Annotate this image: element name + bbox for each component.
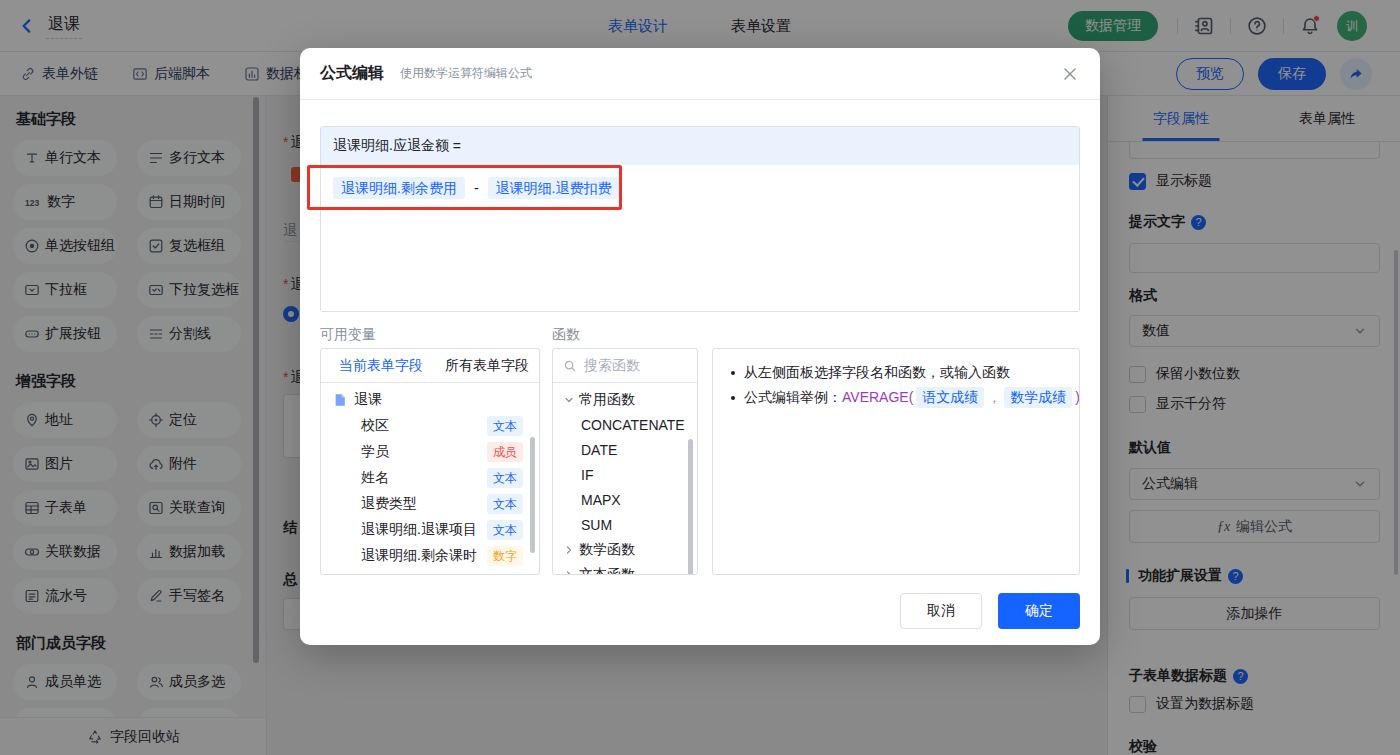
confirm-button[interactable]: 确定	[998, 593, 1080, 629]
formula-target: 退课明细.应退金额 =	[321, 127, 1079, 165]
search-placeholder: 搜索函数	[584, 357, 640, 375]
type-badge: 数字	[487, 546, 523, 566]
function-group-0[interactable]: 常用函数	[553, 387, 697, 412]
variable-item-3[interactable]: 退费类型文本	[321, 491, 539, 517]
variables-label: 可用变量	[320, 326, 376, 344]
function-group-2[interactable]: 文本函数	[553, 562, 697, 575]
functions-label: 函数	[552, 326, 580, 344]
tip-item: 公式编辑举例：AVERAGE(语文成绩，数学成绩)	[727, 387, 1065, 408]
close-icon	[1062, 66, 1078, 82]
modal-header: 公式编辑 使用数学运算符编辑公式	[300, 48, 1100, 100]
bullet-icon	[731, 371, 735, 375]
variable-item-4[interactable]: 退课明细.退课项目文本	[321, 517, 539, 543]
tips-panel: 从左侧面板选择字段名和函数，或输入函数 公式编辑举例：AVERAGE(语文成绩，…	[712, 348, 1080, 575]
chevron-down-icon	[563, 394, 575, 406]
functions-panel: 搜索函数 常用函数CONCATENATEDATEIFMAPXSUM数学函数文本函…	[552, 348, 698, 575]
formula-body[interactable]: 退课明细.剩余费用 - 退课明细.退费扣费	[321, 165, 1079, 312]
function-item-CONCATENATE[interactable]: CONCATENATE	[553, 412, 697, 437]
tip-item: 从左侧面板选择字段名和函数，或输入函数	[727, 362, 1065, 383]
tab-current-form-fields[interactable]: 当前表单字段	[339, 357, 423, 375]
function-item-MAPX[interactable]: MAPX	[553, 487, 697, 512]
formula-editor[interactable]: 退课明细.应退金额 = 退课明细.剩余费用 - 退课明细.退费扣费	[320, 126, 1080, 312]
function-item-SUM[interactable]: SUM	[553, 512, 697, 537]
function-item-DATE[interactable]: DATE	[553, 437, 697, 462]
type-badge: 文本	[487, 468, 523, 488]
variable-item-5[interactable]: 退课明细.剩余课时数字	[321, 543, 539, 569]
modal-title: 公式编辑	[320, 63, 384, 84]
search-icon	[563, 359, 577, 373]
tab-all-form-fields[interactable]: 所有表单字段	[445, 357, 529, 375]
modal-subtitle: 使用数学运算符编辑公式	[400, 65, 532, 82]
formula-field-token[interactable]: 退课明细.退费扣费	[488, 177, 620, 199]
cancel-button[interactable]: 取消	[900, 593, 982, 629]
formula-field-token[interactable]: 退课明细.剩余费用	[333, 177, 465, 199]
form-designer-page: 退课 表单设计 表单设置 数据管理 训 表单外链后端脚本数据权限	[0, 0, 1400, 755]
formula-operator: -	[474, 180, 479, 196]
type-badge: 文本	[487, 520, 523, 540]
variable-item-1[interactable]: 学员成员	[321, 439, 539, 465]
form-doc-icon	[333, 393, 347, 407]
function-search-input[interactable]: 搜索函数	[553, 349, 697, 383]
bullet-icon	[731, 396, 735, 400]
formula-editor-modal: 公式编辑 使用数学运算符编辑公式 退课明细.应退金额 = 退课明细.剩余费用 -…	[300, 48, 1100, 645]
variables-scrollbar[interactable]	[530, 437, 535, 553]
chevron-right-icon	[563, 544, 575, 556]
variable-tree-root[interactable]: 退课	[321, 387, 539, 413]
chevron-right-icon	[563, 569, 575, 576]
variables-panel: 当前表单字段 所有表单字段 退课校区文本学员成员姓名文本退费类型文本退课明细.退…	[320, 348, 540, 575]
variable-item-0[interactable]: 校区文本	[321, 413, 539, 439]
type-badge: 成员	[487, 442, 523, 462]
type-badge: 文本	[487, 416, 523, 436]
functions-scrollbar[interactable]	[688, 439, 693, 575]
function-item-IF[interactable]: IF	[553, 462, 697, 487]
modal-footer: 取消 确定	[300, 593, 1100, 629]
function-group-1[interactable]: 数学函数	[553, 537, 697, 562]
close-button[interactable]	[1060, 64, 1080, 84]
type-badge: 文本	[487, 494, 523, 514]
variable-item-2[interactable]: 姓名文本	[321, 465, 539, 491]
